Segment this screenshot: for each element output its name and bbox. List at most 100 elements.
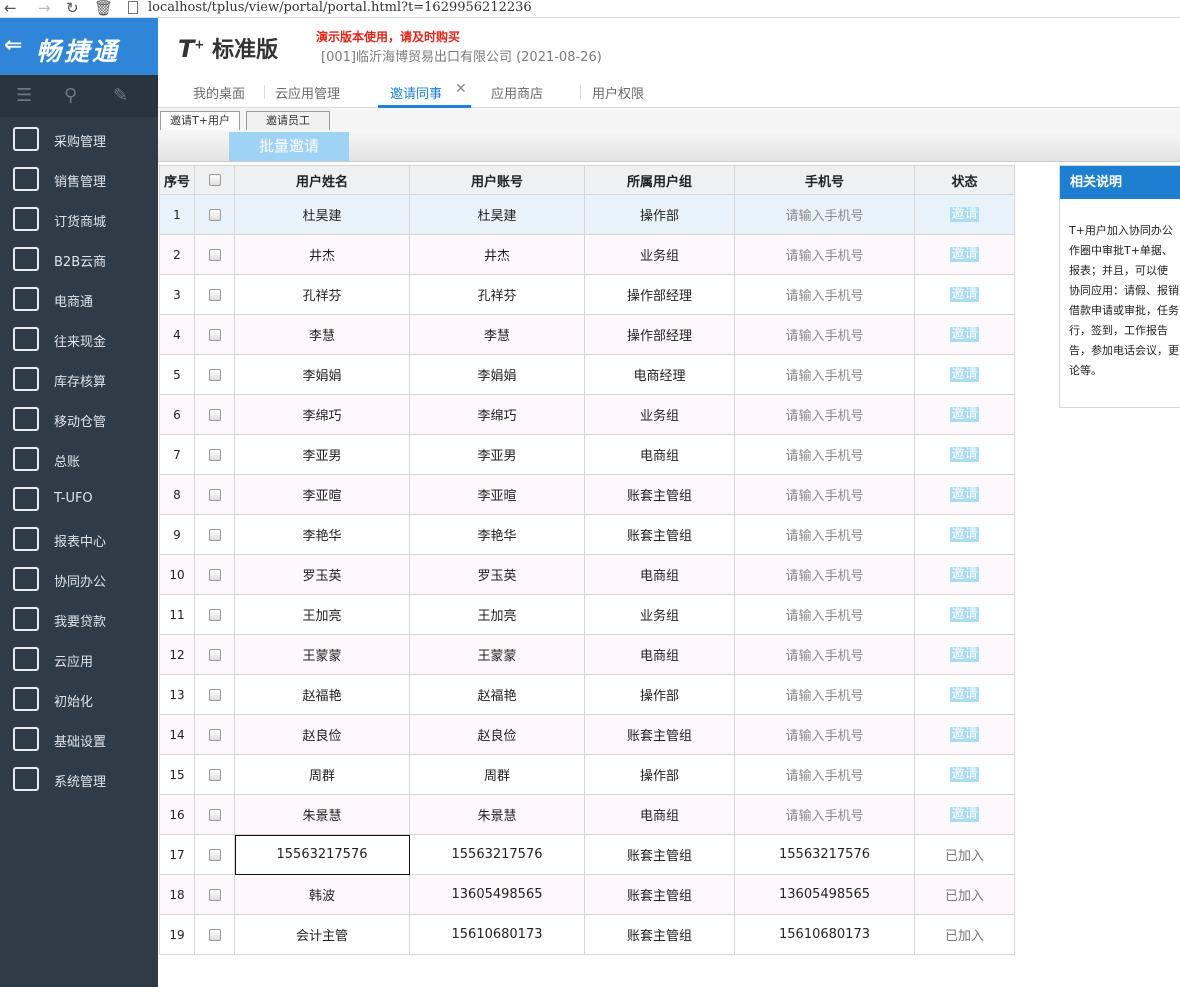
row-checkbox[interactable]	[208, 288, 221, 301]
invite-button[interactable]: 邀请	[950, 727, 979, 742]
select-all-checkbox[interactable]	[208, 174, 221, 186]
cell-user-name[interactable]: 罗玉英	[234, 554, 410, 595]
row-checkbox[interactable]	[208, 768, 221, 781]
cell-user-name[interactable]: 王蒙蒙	[234, 634, 410, 675]
table-row[interactable]: 7 李亚男 李亚男 电商组 请输入手机号 邀请	[159, 434, 1015, 475]
tab-invite-colleagues[interactable]: 邀请同事	[390, 83, 442, 102]
table-row[interactable]: 5 李娟娟 李娟娟 电商经理 请输入手机号 邀请	[159, 354, 1015, 395]
cell-user-name[interactable]: 李娟娟	[234, 354, 410, 395]
table-row[interactable]: 4 李慧 李慧 操作部经理 请输入手机号 邀请	[159, 314, 1015, 355]
table-row[interactable]: 15 周群 周群 操作部 请输入手机号 邀请	[159, 754, 1015, 795]
table-row[interactable]: 6 李绵巧 李绵巧 业务组 请输入手机号 邀请	[159, 394, 1015, 435]
phone-input[interactable]: 请输入手机号	[734, 394, 915, 435]
phone-input[interactable]: 请输入手机号	[734, 794, 915, 835]
row-checkbox[interactable]	[208, 408, 221, 421]
cell-user-name[interactable]: 李慧	[234, 314, 410, 355]
sidebar-item[interactable]: T-UFO	[0, 480, 158, 520]
sidebar-item[interactable]: 报表中心	[0, 520, 158, 560]
table-row[interactable]: 3 孔祥芬 孔祥芬 操作部经理 请输入手机号 邀请	[159, 274, 1015, 315]
table-row[interactable]: 8 李亚暄 李亚暄 账套主管组 请输入手机号 邀请	[159, 474, 1015, 515]
table-row[interactable]: 1 杜昊建 杜昊建 操作部 请输入手机号 邀请	[159, 194, 1015, 235]
cell-user-name[interactable]: 李亚暄	[234, 474, 410, 515]
phone-input[interactable]: 请输入手机号	[734, 634, 915, 675]
sidebar-item[interactable]: 往来现金	[0, 320, 158, 360]
phone-input[interactable]: 请输入手机号	[734, 314, 915, 355]
cell-user-name[interactable]: 赵福艳	[234, 674, 410, 715]
row-checkbox[interactable]	[208, 528, 221, 541]
cell-user-name[interactable]: 会计主管	[234, 914, 410, 955]
table-row[interactable]: 9 李艳华 李艳华 账套主管组 请输入手机号 邀请	[159, 514, 1015, 555]
tab-user-permissions[interactable]: 用户权限	[592, 83, 644, 102]
row-checkbox[interactable]	[208, 328, 221, 341]
tab-desktop[interactable]: 我的桌面	[193, 83, 245, 102]
sidebar-item[interactable]: 系统管理	[0, 760, 158, 800]
table-row[interactable]: 17 15563217576 15563217576 账套主管组 15563217576…	[159, 834, 1015, 875]
invite-button[interactable]: 邀请	[950, 247, 979, 262]
invite-button[interactable]: 邀请	[950, 607, 979, 622]
table-row[interactable]: 10 罗玉英 罗玉英 电商组 请输入手机号 邀请	[159, 554, 1015, 595]
invite-button[interactable]: 邀请	[950, 687, 979, 702]
table-row[interactable]: 18 韩波 13605498565 账套主管组 13605498565 已加入	[159, 874, 1015, 915]
row-checkbox[interactable]	[208, 488, 221, 501]
row-checkbox[interactable]	[208, 728, 221, 741]
tab-app-store[interactable]: 应用商店	[491, 83, 543, 102]
back-icon[interactable]: ←	[4, 0, 17, 16]
cell-user-name[interactable]: 井杰	[234, 234, 410, 275]
row-checkbox[interactable]	[208, 248, 221, 261]
invite-button[interactable]: 邀请	[950, 327, 979, 342]
sidebar-item[interactable]: 我要贷款	[0, 600, 158, 640]
sidebar-item[interactable]: 初始化	[0, 680, 158, 720]
url-text[interactable]: localhost/tplus/view/portal/portal.html?…	[148, 0, 532, 16]
cell-user-name[interactable]: 王加亮	[234, 594, 410, 635]
cell-user-name[interactable]: 李亚男	[234, 434, 410, 475]
sidebar-item[interactable]: 电商通	[0, 280, 158, 320]
cell-user-name[interactable]: 李绵巧	[234, 394, 410, 435]
sidebar-item[interactable]: 订货商城	[0, 200, 158, 240]
phone-input[interactable]: 请输入手机号	[734, 714, 915, 755]
invite-button[interactable]: 邀请	[950, 647, 979, 662]
cell-user-name[interactable]: 15563217576	[234, 834, 410, 875]
row-checkbox[interactable]	[208, 888, 221, 901]
sidebar-item[interactable]: 移动仓管	[0, 400, 158, 440]
table-row[interactable]: 11 王加亮 王加亮 业务组 请输入手机号 邀请	[159, 594, 1015, 635]
close-icon[interactable]: ✕	[455, 81, 467, 97]
cell-user-name[interactable]: 孔祥芬	[234, 274, 410, 315]
row-checkbox[interactable]	[208, 208, 221, 221]
edit-icon[interactable]: ✎	[113, 85, 128, 106]
table-row[interactable]: 2 井杰 井杰 业务组 请输入手机号 邀请	[159, 234, 1015, 275]
row-checkbox[interactable]	[208, 368, 221, 381]
reload-icon[interactable]: ↻	[66, 0, 79, 16]
row-checkbox[interactable]	[208, 688, 221, 701]
sidebar-item[interactable]: 库存核算	[0, 360, 158, 400]
phone-input[interactable]: 请输入手机号	[734, 754, 915, 795]
row-checkbox[interactable]	[208, 928, 221, 941]
table-row[interactable]: 19 会计主管 15610680173 账套主管组 15610680173 已加入	[159, 914, 1015, 955]
sidebar-item[interactable]: 云应用	[0, 640, 158, 680]
phone-input[interactable]: 请输入手机号	[734, 674, 915, 715]
invite-button[interactable]: 邀请	[950, 527, 979, 542]
cell-user-name[interactable]: 赵良俭	[234, 714, 410, 755]
tab-cloud-app-management[interactable]: 云应用管理	[275, 83, 340, 102]
phone-input[interactable]: 请输入手机号	[734, 274, 915, 315]
phone-input[interactable]: 请输入手机号	[734, 594, 915, 635]
invite-button[interactable]: 邀请	[950, 767, 979, 782]
row-checkbox[interactable]	[208, 648, 221, 661]
sidebar-item[interactable]: 基础设置	[0, 720, 158, 760]
invite-button[interactable]: 邀请	[950, 287, 979, 302]
table-row[interactable]: 14 赵良俭 赵良俭 账套主管组 请输入手机号 邀请	[159, 714, 1015, 755]
phone-input[interactable]: 请输入手机号	[734, 234, 915, 275]
search-icon[interactable]: ⚲	[64, 85, 77, 106]
subtab-invite-tplus-users[interactable]: 邀请T+用户	[160, 111, 240, 131]
phone-input[interactable]: 请输入手机号	[734, 434, 915, 475]
invite-button[interactable]: 邀请	[950, 207, 979, 222]
invite-button[interactable]: 邀请	[950, 567, 979, 582]
demo-notice[interactable]: 演示版本使用，请及时购买	[316, 28, 460, 45]
phone-input[interactable]: 请输入手机号	[734, 474, 915, 515]
cell-user-name[interactable]: 韩波	[234, 874, 410, 915]
invite-button[interactable]: 邀请	[950, 407, 979, 422]
sidebar-item[interactable]: 总账	[0, 440, 158, 480]
sidebar-item[interactable]: 销售管理	[0, 160, 158, 200]
invite-button[interactable]: 邀请	[950, 807, 979, 822]
sidebar-item[interactable]: 协同办公	[0, 560, 158, 600]
batch-invite-button[interactable]: 批量邀请	[229, 132, 349, 161]
